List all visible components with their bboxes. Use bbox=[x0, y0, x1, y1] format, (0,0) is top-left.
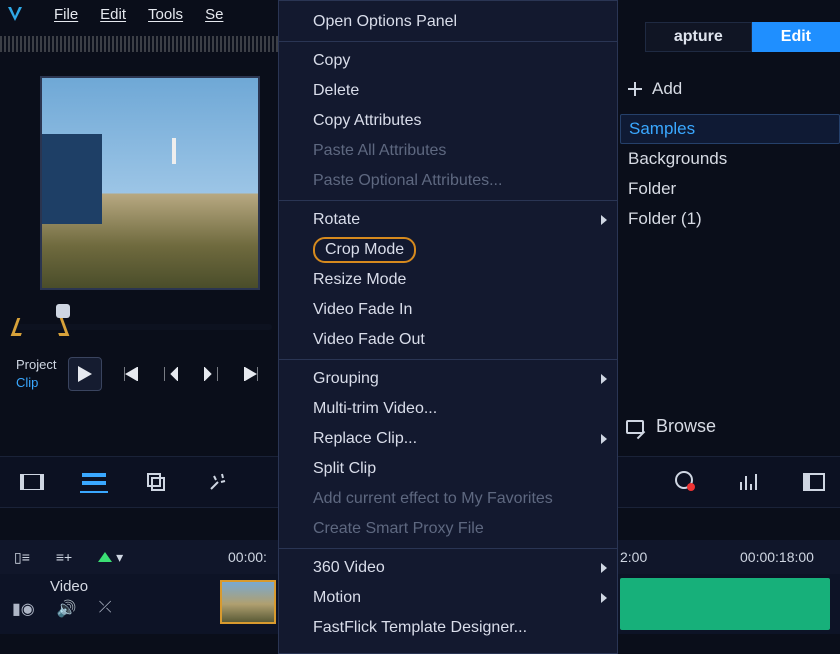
play-button[interactable] bbox=[68, 357, 102, 391]
ctx-grouping[interactable]: Grouping bbox=[279, 364, 617, 394]
ctx-multi-trim-video[interactable]: Multi-trim Video... bbox=[279, 394, 617, 424]
timecode-3: 00:00:18:00 bbox=[740, 549, 814, 565]
storyboard-view-icon[interactable] bbox=[18, 471, 46, 493]
ctx-add-current-effect-to-my-favorites: Add current effect to My Favorites bbox=[279, 484, 617, 514]
playback-mode[interactable]: Project Clip bbox=[16, 356, 56, 392]
timecode-1: 00:00: bbox=[228, 549, 267, 565]
app-logo-icon bbox=[6, 5, 24, 23]
next-frame-button[interactable] bbox=[200, 363, 222, 385]
tracks-config-icon[interactable]: ▯≡ bbox=[14, 549, 30, 566]
timecode-2: 2:00 bbox=[620, 549, 647, 565]
menu-settings[interactable]: Se bbox=[205, 6, 223, 23]
submenu-arrow-icon bbox=[601, 593, 607, 603]
copy-icon[interactable] bbox=[142, 471, 170, 493]
tab-capture[interactable]: apture bbox=[645, 22, 752, 52]
record-icon[interactable] bbox=[672, 471, 700, 493]
timeline-view-icon[interactable] bbox=[80, 471, 108, 493]
ctx-360-video[interactable]: 360 Video bbox=[279, 553, 617, 583]
workspace-tabs: apture Edit bbox=[645, 22, 840, 52]
library-item-folder-1[interactable]: Folder (1) bbox=[620, 204, 840, 234]
go-start-button[interactable] bbox=[120, 363, 142, 385]
ctx-video-fade-in[interactable]: Video Fade In bbox=[279, 295, 617, 325]
submenu-arrow-icon bbox=[601, 563, 607, 573]
prev-frame-button[interactable] bbox=[160, 363, 182, 385]
tab-edit[interactable]: Edit bbox=[752, 22, 840, 52]
ruler-strip bbox=[0, 36, 280, 52]
plus-icon bbox=[628, 82, 642, 96]
camera-icon[interactable]: ▮◉ bbox=[12, 599, 35, 619]
menu-edit[interactable]: Edit bbox=[100, 6, 126, 23]
library-add[interactable]: Add bbox=[620, 74, 840, 104]
context-menu: Open Options Panel CopyDeleteCopy Attribu… bbox=[278, 0, 618, 654]
chapter-icon[interactable] bbox=[800, 471, 828, 493]
fx-icon[interactable] bbox=[204, 471, 232, 493]
ctx-video-fade-out[interactable]: Video Fade Out bbox=[279, 325, 617, 355]
ctx-split-clip[interactable]: Split Clip bbox=[279, 454, 617, 484]
track-header: Video ▮◉ 🔊 ⤫ bbox=[0, 574, 160, 634]
ctx-rotate[interactable]: Rotate bbox=[279, 205, 617, 235]
clip-thumbnail[interactable] bbox=[220, 580, 276, 624]
lock-off-icon[interactable]: ⤫ bbox=[99, 599, 112, 619]
library-panel: Add Samples Backgrounds Folder Folder (1… bbox=[620, 74, 840, 234]
ctx-motion[interactable]: Motion bbox=[279, 583, 617, 613]
ctx-paste-optional-attributes: Paste Optional Attributes... bbox=[279, 166, 617, 196]
submenu-arrow-icon bbox=[601, 434, 607, 444]
go-end-button[interactable] bbox=[240, 363, 262, 385]
speaker-icon[interactable]: 🔊 bbox=[57, 599, 77, 619]
submenu-arrow-icon bbox=[601, 215, 607, 225]
ctx-resize-mode[interactable]: Resize Mode bbox=[279, 265, 617, 295]
ctx-delete[interactable]: Delete bbox=[279, 76, 617, 106]
tracks-add-icon[interactable]: ≡+ bbox=[56, 549, 72, 566]
browse-button[interactable]: Browse bbox=[620, 416, 840, 437]
browse-icon bbox=[626, 420, 644, 434]
marker-icon[interactable]: ▾ bbox=[98, 549, 123, 566]
menu-tools[interactable]: Tools bbox=[148, 6, 183, 23]
library-item-folder[interactable]: Folder bbox=[620, 174, 840, 204]
audio-mixer-icon[interactable] bbox=[736, 471, 764, 493]
ctx-fastflick-template-designer[interactable]: FastFlick Template Designer... bbox=[279, 613, 617, 643]
ctx-crop-mode[interactable]: Crop Mode bbox=[279, 235, 617, 265]
ctx-open-options-panel[interactable]: Open Options Panel bbox=[279, 7, 617, 37]
menu-file[interactable]: File bbox=[54, 6, 78, 23]
track-label: Video bbox=[0, 574, 160, 599]
ctx-create-smart-proxy-file: Create Smart Proxy File bbox=[279, 514, 617, 544]
ctx-paste-all-attributes: Paste All Attributes bbox=[279, 136, 617, 166]
library-item-samples[interactable]: Samples bbox=[620, 114, 840, 144]
ctx-copy[interactable]: Copy bbox=[279, 46, 617, 76]
clip-block[interactable] bbox=[620, 578, 830, 630]
preview-monitor[interactable] bbox=[40, 76, 260, 290]
library-item-backgrounds[interactable]: Backgrounds bbox=[620, 144, 840, 174]
submenu-arrow-icon bbox=[601, 374, 607, 384]
ctx-copy-attributes[interactable]: Copy Attributes bbox=[279, 106, 617, 136]
ctx-replace-clip[interactable]: Replace Clip... bbox=[279, 424, 617, 454]
